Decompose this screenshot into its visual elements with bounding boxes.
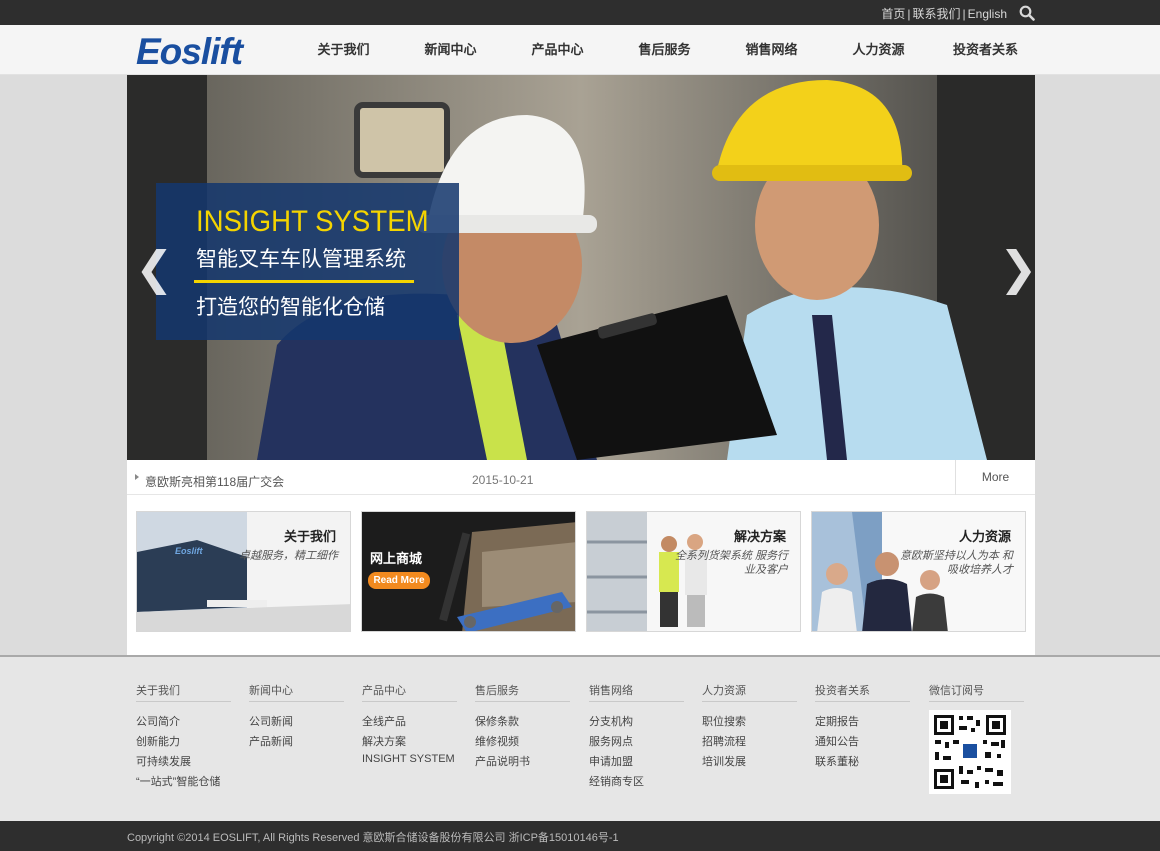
news-title[interactable]: 意欧斯亮相第118届广交会 xyxy=(145,473,284,490)
footer-link[interactable]: 服务网点 xyxy=(589,733,684,753)
svg-text:Eoslift: Eoslift xyxy=(175,546,204,556)
footer-link[interactable]: 通知公告 xyxy=(815,733,910,753)
promo-title: INSIGHT SYSTEM xyxy=(196,205,429,238)
footer-link[interactable]: 培训发展 xyxy=(702,753,797,773)
qr-code-icon xyxy=(929,710,1011,794)
top-link-english[interactable]: English xyxy=(968,7,1007,21)
footer-link[interactable]: 招聘流程 xyxy=(702,733,797,753)
card-about[interactable]: Eoslift 关于我们 卓越服务，精工细作 xyxy=(136,511,351,632)
separator: | xyxy=(962,7,966,21)
footer-heading[interactable]: 销售网络 xyxy=(589,682,684,702)
footer-link[interactable]: 职位搜索 xyxy=(702,713,797,733)
nav-hr[interactable]: 人力资源 xyxy=(825,25,932,75)
promo-box[interactable]: INSIGHT SYSTEM 智能叉车车队管理系统 打造您的智能化仓储 xyxy=(156,183,459,340)
footer-heading: 微信订阅号 xyxy=(929,682,1024,702)
footer-col-service: 售后服务 保修条款 维修视频 产品说明书 xyxy=(475,682,570,773)
search-icon[interactable] xyxy=(1019,5,1035,21)
card-title: 解决方案 xyxy=(733,529,786,544)
footer-link[interactable]: 定期报告 xyxy=(815,713,910,733)
footer-link[interactable]: 申请加盟 xyxy=(589,753,684,773)
nav-service[interactable]: 售后服务 xyxy=(611,25,718,75)
card-subtitle: 意欧斯坚持以人为本 和吸收培养人才 xyxy=(899,550,1013,576)
copyright-text: Copyright ©2014 EOSLIFT, All Rights Rese… xyxy=(127,832,619,844)
card-title: 关于我们 xyxy=(283,529,336,544)
site-footer: 关于我们 公司简介 创新能力 可持续发展 “一站式”智能仓储 新闻中心 公司新闻… xyxy=(0,655,1160,821)
hero-banner[interactable]: INSIGHT SYSTEM 智能叉车车队管理系统 打造您的智能化仓储 ❮ ❯ xyxy=(127,75,1035,460)
footer-link[interactable]: 产品说明书 xyxy=(475,753,570,773)
footer-link[interactable]: 保修条款 xyxy=(475,713,570,733)
card-shop[interactable]: 网上商城 Read More xyxy=(361,511,576,632)
footer-heading[interactable]: 投资者关系 xyxy=(815,682,910,702)
bullet-triangle-icon xyxy=(135,474,139,480)
card-title: 网上商城 xyxy=(370,551,423,566)
footer-link[interactable]: 公司新闻 xyxy=(249,713,344,733)
footer-col-about: 关于我们 公司简介 创新能力 可持续发展 “一站式”智能仓储 xyxy=(136,682,231,793)
nav-sales-network[interactable]: 销售网络 xyxy=(718,25,825,75)
promo-tagline: 打造您的智能化仓储 xyxy=(196,296,385,319)
card-subtitle: 卓越服务，精工细作 xyxy=(239,550,338,562)
nav-investor[interactable]: 投资者关系 xyxy=(932,25,1039,75)
footer-link[interactable]: 维修视频 xyxy=(475,733,570,753)
footer-col-investor: 投资者关系 定期报告 通知公告 联系董秘 xyxy=(815,682,910,773)
footer-link[interactable]: INSIGHT SYSTEM xyxy=(362,753,457,773)
card-hr[interactable]: 人力资源 意欧斯坚持以人为本 和吸收培养人才 xyxy=(811,511,1026,632)
main-content: INSIGHT SYSTEM 智能叉车车队管理系统 打造您的智能化仓储 ❮ ❯ … xyxy=(127,75,1035,655)
footer-link[interactable]: 联系董秘 xyxy=(815,753,910,773)
footer-link[interactable]: 产品新闻 xyxy=(249,733,344,753)
read-more-button[interactable]: Read More xyxy=(368,572,430,589)
promo-divider xyxy=(194,280,414,283)
footer-col-sales: 销售网络 分支机构 服务网点 申请加盟 经销商专区 xyxy=(589,682,684,793)
main-nav: 关于我们 新闻中心 产品中心 售后服务 销售网络 人力资源 投资者关系 xyxy=(290,25,1039,75)
footer-link[interactable]: 解决方案 xyxy=(362,733,457,753)
footer-col-products: 产品中心 全线产品 解决方案 INSIGHT SYSTEM xyxy=(362,682,457,773)
top-link-home[interactable]: 首页 xyxy=(881,7,905,21)
card-title: 人力资源 xyxy=(958,529,1011,544)
eoslift-logo[interactable]: Eoslift xyxy=(136,31,243,73)
footer-heading[interactable]: 人力资源 xyxy=(702,682,797,702)
copyright-bar: Copyright ©2014 EOSLIFT, All Rights Rese… xyxy=(0,821,1160,851)
news-ticker: 意欧斯亮相第118届广交会 2015-10-21 More xyxy=(127,460,1035,495)
footer-link[interactable]: 创新能力 xyxy=(136,733,231,753)
top-bar: 首页 | 联系我们 | English xyxy=(0,0,1160,25)
footer-link[interactable]: “一站式”智能仓储 xyxy=(136,773,231,793)
carousel-prev-icon[interactable]: ❮ xyxy=(135,245,174,291)
separator: | xyxy=(907,7,911,21)
top-link-contact[interactable]: 联系我们 xyxy=(913,7,961,21)
carousel-next-icon[interactable]: ❯ xyxy=(999,245,1035,291)
nav-news[interactable]: 新闻中心 xyxy=(397,25,504,75)
footer-link[interactable]: 全线产品 xyxy=(362,713,457,733)
news-more-link[interactable]: More xyxy=(955,460,1035,495)
promo-subtitle: 智能叉车车队管理系统 xyxy=(196,248,406,271)
card-solutions[interactable]: 解决方案 全系列货架系统 服务行业及客户 xyxy=(586,511,801,632)
footer-heading[interactable]: 产品中心 xyxy=(362,682,457,702)
news-date: 2015-10-21 xyxy=(472,473,534,487)
nav-about[interactable]: 关于我们 xyxy=(290,25,397,75)
top-links: 首页 | 联系我们 | English xyxy=(881,5,1007,22)
nav-products[interactable]: 产品中心 xyxy=(504,25,611,75)
footer-link[interactable]: 可持续发展 xyxy=(136,753,231,773)
footer-heading[interactable]: 新闻中心 xyxy=(249,682,344,702)
site-header: Eoslift 关于我们 新闻中心 产品中心 售后服务 销售网络 人力资源 投资… xyxy=(0,25,1160,75)
feature-cards: Eoslift 关于我们 卓越服务，精工细作 网上商城 Read More 解决… xyxy=(136,511,1026,632)
footer-heading[interactable]: 售后服务 xyxy=(475,682,570,702)
footer-heading[interactable]: 关于我们 xyxy=(136,682,231,702)
footer-link[interactable]: 分支机构 xyxy=(589,713,684,733)
card-subtitle: 全系列货架系统 服务行业及客户 xyxy=(674,550,788,576)
footer-col-news: 新闻中心 公司新闻 产品新闻 xyxy=(249,682,344,753)
footer-col-wechat: 微信订阅号 xyxy=(929,682,1024,713)
footer-link[interactable]: 经销商专区 xyxy=(589,773,684,793)
wechat-qr-code xyxy=(929,710,1011,794)
footer-col-hr: 人力资源 职位搜索 招聘流程 培训发展 xyxy=(702,682,797,773)
footer-link[interactable]: 公司简介 xyxy=(136,713,231,733)
